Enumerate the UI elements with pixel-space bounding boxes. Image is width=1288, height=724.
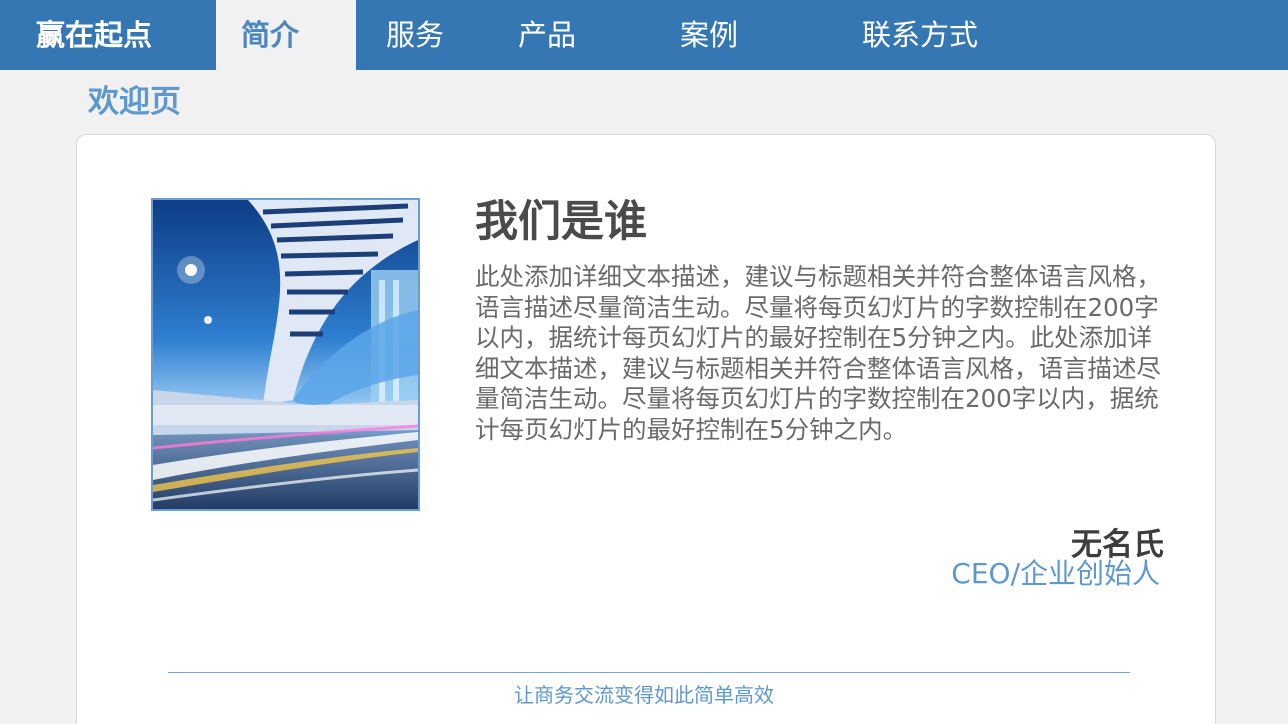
nav-brand[interactable]: 赢在起点 — [36, 0, 152, 70]
nav-tab-intro[interactable]: 简介 — [216, 0, 356, 70]
footer-tagline: 让商务交流变得如此简单高效 — [514, 683, 774, 707]
city-highway-photo — [151, 198, 420, 511]
top-navbar: 赢在起点 简介 服务 产品 案例 联系方式 — [0, 0, 1288, 70]
footer-divider — [168, 672, 1130, 673]
nav-tab-products[interactable]: 产品 — [518, 0, 576, 70]
nav-tab-services[interactable]: 服务 — [386, 0, 444, 70]
nav-tab-contact[interactable]: 联系方式 — [862, 0, 978, 70]
section-title: 我们是谁 — [475, 197, 647, 247]
page-heading: 欢迎页 — [88, 84, 181, 120]
author-title: CEO/企业创始人 — [951, 557, 1160, 590]
body-text: 此处添加详细文本描述，建议与标题相关并符合整体语言风格，语言描述尽量简洁生动。尽… — [475, 262, 1161, 444]
nav-tab-cases[interactable]: 案例 — [680, 0, 738, 70]
